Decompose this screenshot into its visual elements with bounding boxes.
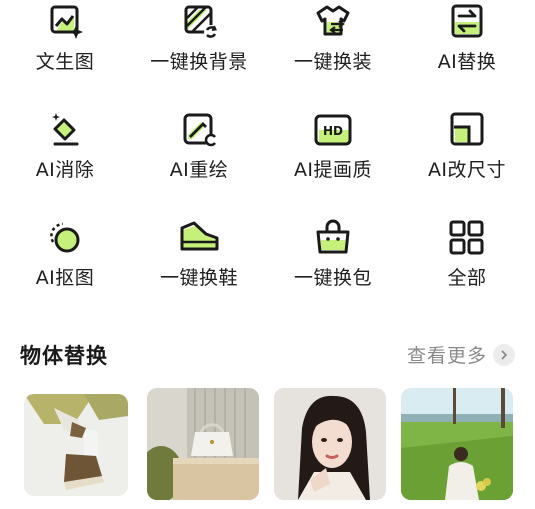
view-more-label: 查看更多 <box>406 345 487 367</box>
tool-swap-outfit[interactable]: 一键换装 <box>268 2 398 102</box>
tool-ai-replace[interactable]: AI替换 <box>402 2 532 102</box>
ai-replace-icon <box>451 4 483 38</box>
tool-label: 一键换装 <box>293 51 372 73</box>
tool-all[interactable]: 全部 <box>402 218 532 318</box>
tool-label: AI消除 <box>35 159 95 181</box>
view-more-link[interactable]: 查看更多 <box>407 341 515 368</box>
tool-text-to-image[interactable]: 文生图 <box>0 2 130 102</box>
tool-label: AI改尺寸 <box>427 159 507 181</box>
tool-ai-cutout[interactable]: AI抠图 <box>0 218 130 318</box>
tool-swap-bag[interactable]: 一键换包 <box>268 218 398 318</box>
tool-label: AI替换 <box>437 51 497 73</box>
swap-outfit-icon <box>316 5 350 36</box>
thumbnail-sneakers[interactable] <box>24 394 128 496</box>
tool-swap-background[interactable]: 一键换背景 <box>134 2 264 102</box>
resize-icon <box>450 112 484 146</box>
tool-label: 一键换鞋 <box>159 267 238 289</box>
woman-portrait-photo <box>274 388 386 500</box>
garden-photo <box>401 388 513 500</box>
tool-label: 一键换背景 <box>150 51 248 73</box>
hd-icon: HD <box>314 114 352 146</box>
text-to-image-icon <box>50 5 83 39</box>
tool-label: 全部 <box>447 267 487 289</box>
tool-ai-erase[interactable]: AI消除 <box>0 110 130 210</box>
tool-ai-upscale[interactable]: HD AI提画质 <box>268 110 398 210</box>
tool-ai-resize[interactable]: AI改尺寸 <box>402 110 532 210</box>
sneakers-photo <box>24 394 128 496</box>
thumbnail-garden[interactable] <box>401 388 513 500</box>
section-title: 物体替换 <box>20 344 108 368</box>
cutout-icon <box>50 222 80 253</box>
chevron-right-icon <box>493 343 515 366</box>
handbag-photo <box>147 388 259 500</box>
bag-icon <box>316 219 350 254</box>
grid-all-icon <box>449 220 484 255</box>
tool-label: AI抠图 <box>35 267 95 289</box>
tool-label: AI重绘 <box>169 159 229 181</box>
redraw-icon <box>183 113 217 147</box>
tool-ai-redraw[interactable]: AI重绘 <box>134 110 264 210</box>
swap-background-icon <box>184 5 218 39</box>
tool-label: AI提画质 <box>293 159 373 181</box>
tool-label: 一键换包 <box>293 267 372 289</box>
tool-swap-shoes[interactable]: 一键换鞋 <box>134 218 264 318</box>
svg-text:HD: HD <box>323 124 343 138</box>
tool-label: 文生图 <box>35 51 95 73</box>
eraser-icon <box>52 113 79 146</box>
thumbnail-portrait[interactable] <box>274 388 386 500</box>
thumbnail-handbag[interactable] <box>147 388 259 500</box>
shoe-icon <box>180 221 219 251</box>
